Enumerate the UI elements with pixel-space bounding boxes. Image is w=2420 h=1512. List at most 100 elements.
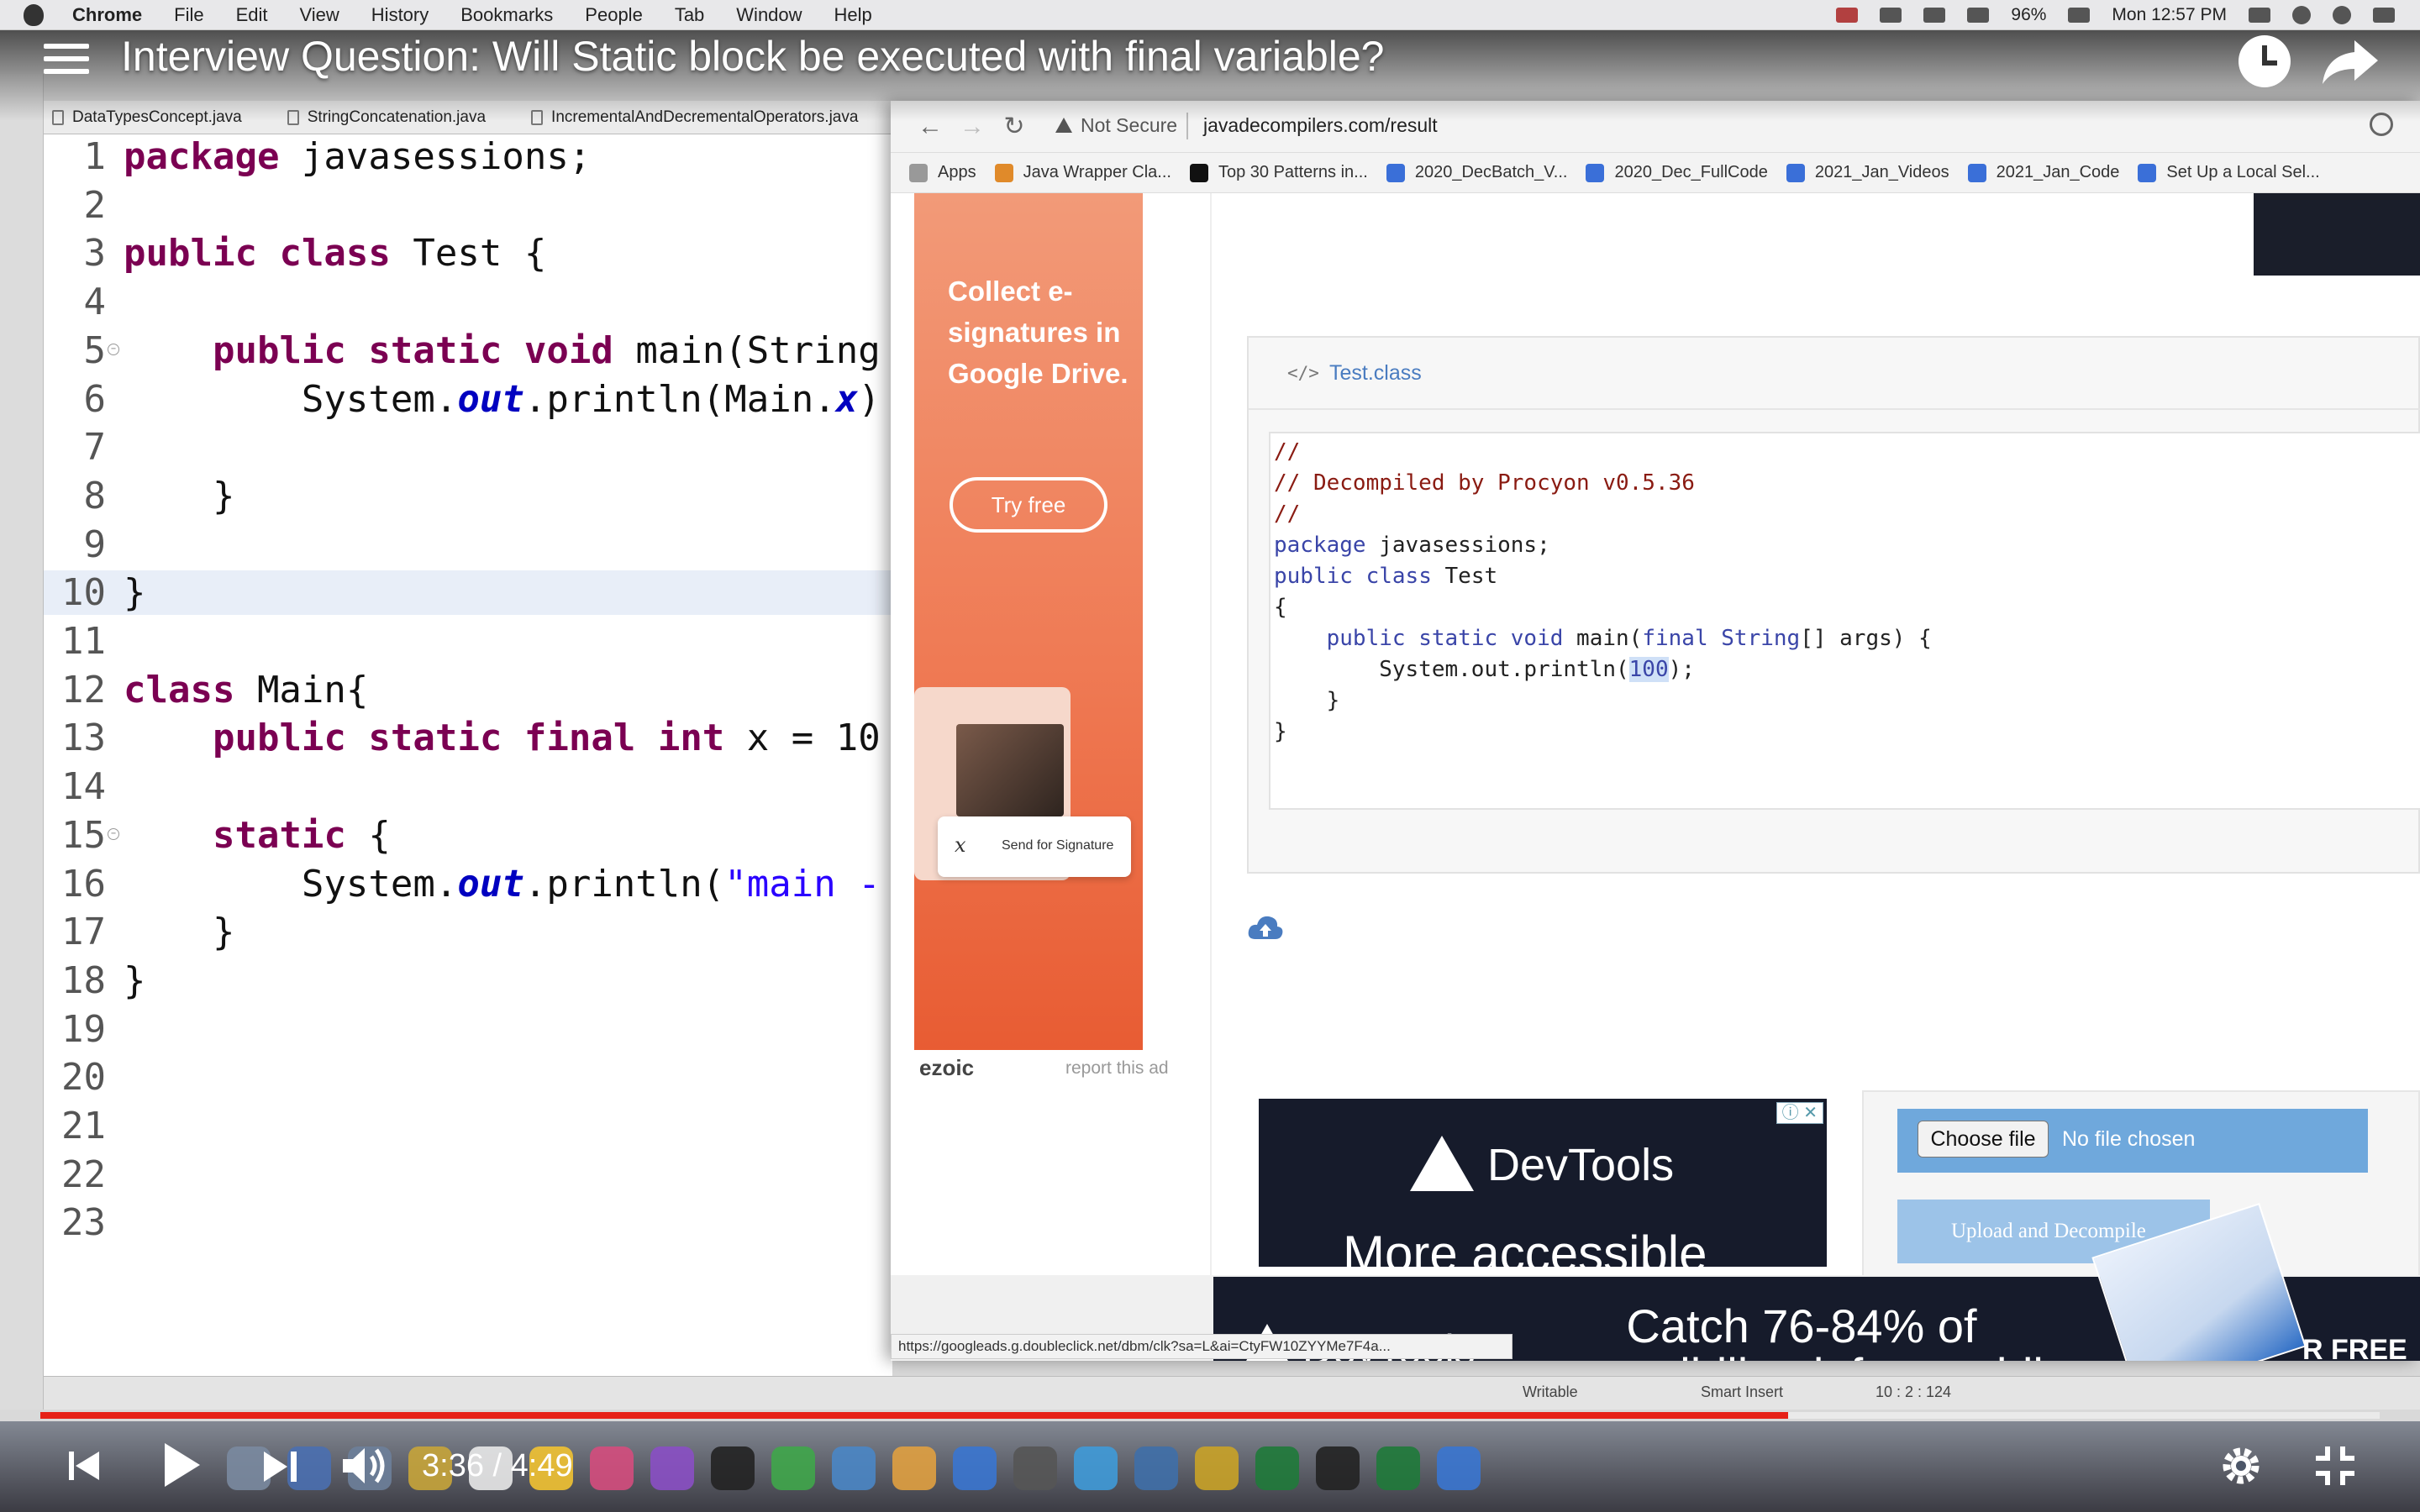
menu-file[interactable]: File (174, 4, 203, 26)
code-line[interactable]: 21 (44, 1104, 892, 1148)
input-source-icon[interactable] (2249, 8, 2270, 23)
code-line[interactable]: 4 (44, 280, 892, 324)
apple-menu-icon[interactable] (24, 3, 44, 26)
dock-app-icon[interactable] (1074, 1446, 1118, 1490)
play-icon[interactable] (165, 1443, 200, 1487)
spotlight-icon[interactable] (2292, 6, 2311, 24)
code-line[interactable]: 7 (44, 425, 892, 470)
bookmark-item[interactable]: Java Wrapper Cla... (994, 163, 1171, 182)
bookmark-item[interactable]: 2021_Jan_Code (1967, 163, 2119, 182)
code-line[interactable]: 5 public static void main(String − (44, 328, 892, 373)
wifi-icon[interactable] (1967, 8, 1990, 23)
bookmark-item[interactable]: Top 30 Patterns in... (1189, 163, 1368, 182)
code-line[interactable]: 11 (44, 619, 892, 664)
next-icon[interactable] (260, 1450, 301, 1483)
dock-app-icon[interactable] (953, 1446, 997, 1490)
display-icon[interactable] (1880, 8, 1902, 23)
code-line[interactable]: 3 public class Test { (44, 231, 892, 276)
code-line[interactable]: 18} (44, 958, 892, 1003)
dock-app-icon[interactable] (1195, 1446, 1239, 1490)
dock-app-icon[interactable] (1437, 1446, 1481, 1490)
notification-center-icon[interactable] (2373, 8, 2395, 23)
dock-app-icon[interactable] (832, 1446, 876, 1490)
devtools-ad-top[interactable]: DevTools More accessible ⓘ ✕ (1259, 1099, 1827, 1267)
dock-app-icon[interactable] (1255, 1446, 1299, 1490)
code-line[interactable]: 23 (44, 1200, 892, 1245)
code-line[interactable]: 17 } (44, 910, 892, 954)
siri-icon[interactable] (2333, 6, 2351, 24)
settings-gear-icon[interactable] (2218, 1443, 2264, 1488)
dock-app-icon[interactable] (711, 1446, 755, 1490)
side-ad[interactable]: Collect e-signatures in Google Drive. Tr… (914, 193, 1143, 1050)
menu-bookmarks[interactable]: Bookmarks (460, 4, 553, 26)
code-line[interactable]: 19 (44, 1007, 892, 1052)
dock-app-icon[interactable] (771, 1446, 815, 1490)
bookmark-item[interactable]: Apps (909, 163, 976, 182)
bookmark-item[interactable]: 2021_Jan_Videos (1786, 163, 1949, 182)
menu-app-name[interactable]: Chrome (72, 4, 142, 26)
code-line[interactable]: 15 static {− (44, 813, 892, 858)
menu-view[interactable]: View (300, 4, 339, 26)
share-icon[interactable] (2321, 37, 2380, 86)
menu-help[interactable]: Help (834, 4, 872, 26)
fold-toggle-icon[interactable]: − (108, 827, 119, 840)
dock-app-icon[interactable] (650, 1446, 694, 1490)
cloud-upload-icon[interactable] (1247, 914, 1284, 942)
ad-try-free-button[interactable]: Try free (950, 477, 1107, 533)
battery-icon[interactable] (2068, 8, 2091, 23)
fold-toggle-icon[interactable]: − (108, 343, 119, 355)
code-line[interactable]: 8 } (44, 474, 892, 518)
decompiled-file-name[interactable]: Test.class (1329, 361, 1422, 386)
menu-window[interactable]: Window (736, 4, 802, 26)
decompiled-file-header[interactable]: </> Test.class (1249, 338, 2420, 410)
code-line[interactable]: 20 (44, 1055, 892, 1100)
decompiled-code-line: } (1274, 688, 1340, 713)
dock-app-icon[interactable] (590, 1446, 634, 1490)
previous-icon[interactable] (67, 1448, 101, 1483)
playlist-menu-icon[interactable] (44, 44, 89, 82)
menu-people[interactable]: People (585, 4, 643, 26)
report-ad-link[interactable]: report this ad (1065, 1058, 1169, 1079)
dock-app-icon[interactable] (1376, 1446, 1420, 1490)
code-line[interactable]: 12 class Main{ (44, 668, 892, 712)
volume-icon[interactable] (339, 1445, 390, 1487)
code-editor[interactable]: 1 package javasessions; 2 3 public class Tes… (44, 134, 892, 1376)
code-line[interactable]: 13 public static final int x = 10 (44, 716, 892, 760)
ezoic-logo[interactable]: ezoic (919, 1055, 974, 1081)
choose-file-button[interactable]: Choose file (1918, 1121, 2049, 1158)
code-line[interactable]: 22 (44, 1152, 892, 1197)
code-line[interactable]: 16 System.out.println("main - (44, 862, 892, 906)
bookmark-item[interactable]: 2020_Dec_FullCode (1586, 163, 1768, 182)
decompiled-code[interactable]: // // Decompiled by Procyon v0.5.36 // pack… (1269, 432, 2420, 810)
bookmark-label: 2020_DecBatch_V... (1414, 163, 1568, 181)
code-line[interactable]: 1 package javasessions; (44, 134, 892, 179)
bluetooth-icon[interactable] (1923, 8, 1946, 23)
code-text: } (124, 958, 146, 1002)
bookmark-item[interactable]: Set Up a Local Sel... (2138, 163, 2320, 182)
code-line[interactable]: 2 (44, 183, 892, 228)
decompiled-code-line: package javasessions; (1274, 533, 1550, 558)
video-title[interactable]: Interview Question: Will Static block be… (121, 32, 1385, 81)
menu-tab[interactable]: Tab (675, 4, 704, 26)
exit-fullscreen-icon[interactable] (2312, 1443, 2358, 1488)
code-line[interactable]: 6 System.out.println(Main.x) (44, 377, 892, 422)
devtools-ad-cta[interactable]: R FREE (2302, 1334, 2407, 1361)
ad-close-icon[interactable]: ⓘ ✕ (1776, 1102, 1823, 1124)
dock-app-icon[interactable] (1013, 1446, 1057, 1490)
code-line[interactable]: 9 (44, 522, 892, 567)
menubar-clock[interactable]: Mon 12:57 PM (2112, 5, 2227, 25)
menu-history[interactable]: History (371, 4, 429, 26)
watch-later-icon[interactable] (2238, 35, 2291, 87)
dock-app-icon[interactable] (892, 1446, 936, 1490)
record-icon[interactable] (1836, 8, 1859, 23)
dock-app-icon[interactable] (1134, 1446, 1178, 1490)
devtools-ad-tagline: More accessible (1343, 1226, 1707, 1267)
decompiled-code-line: } (1274, 719, 1287, 744)
dock-app-icon[interactable] (1316, 1446, 1360, 1490)
code-line[interactable]: 14 (44, 764, 892, 809)
menu-edit[interactable]: Edit (236, 4, 268, 26)
bookmark-item[interactable]: 2020_DecBatch_V... (1386, 163, 1568, 182)
code-line[interactable]: 10} (44, 570, 892, 616)
code-text: } (124, 911, 235, 954)
bookmark-favicon-icon (994, 163, 1013, 182)
